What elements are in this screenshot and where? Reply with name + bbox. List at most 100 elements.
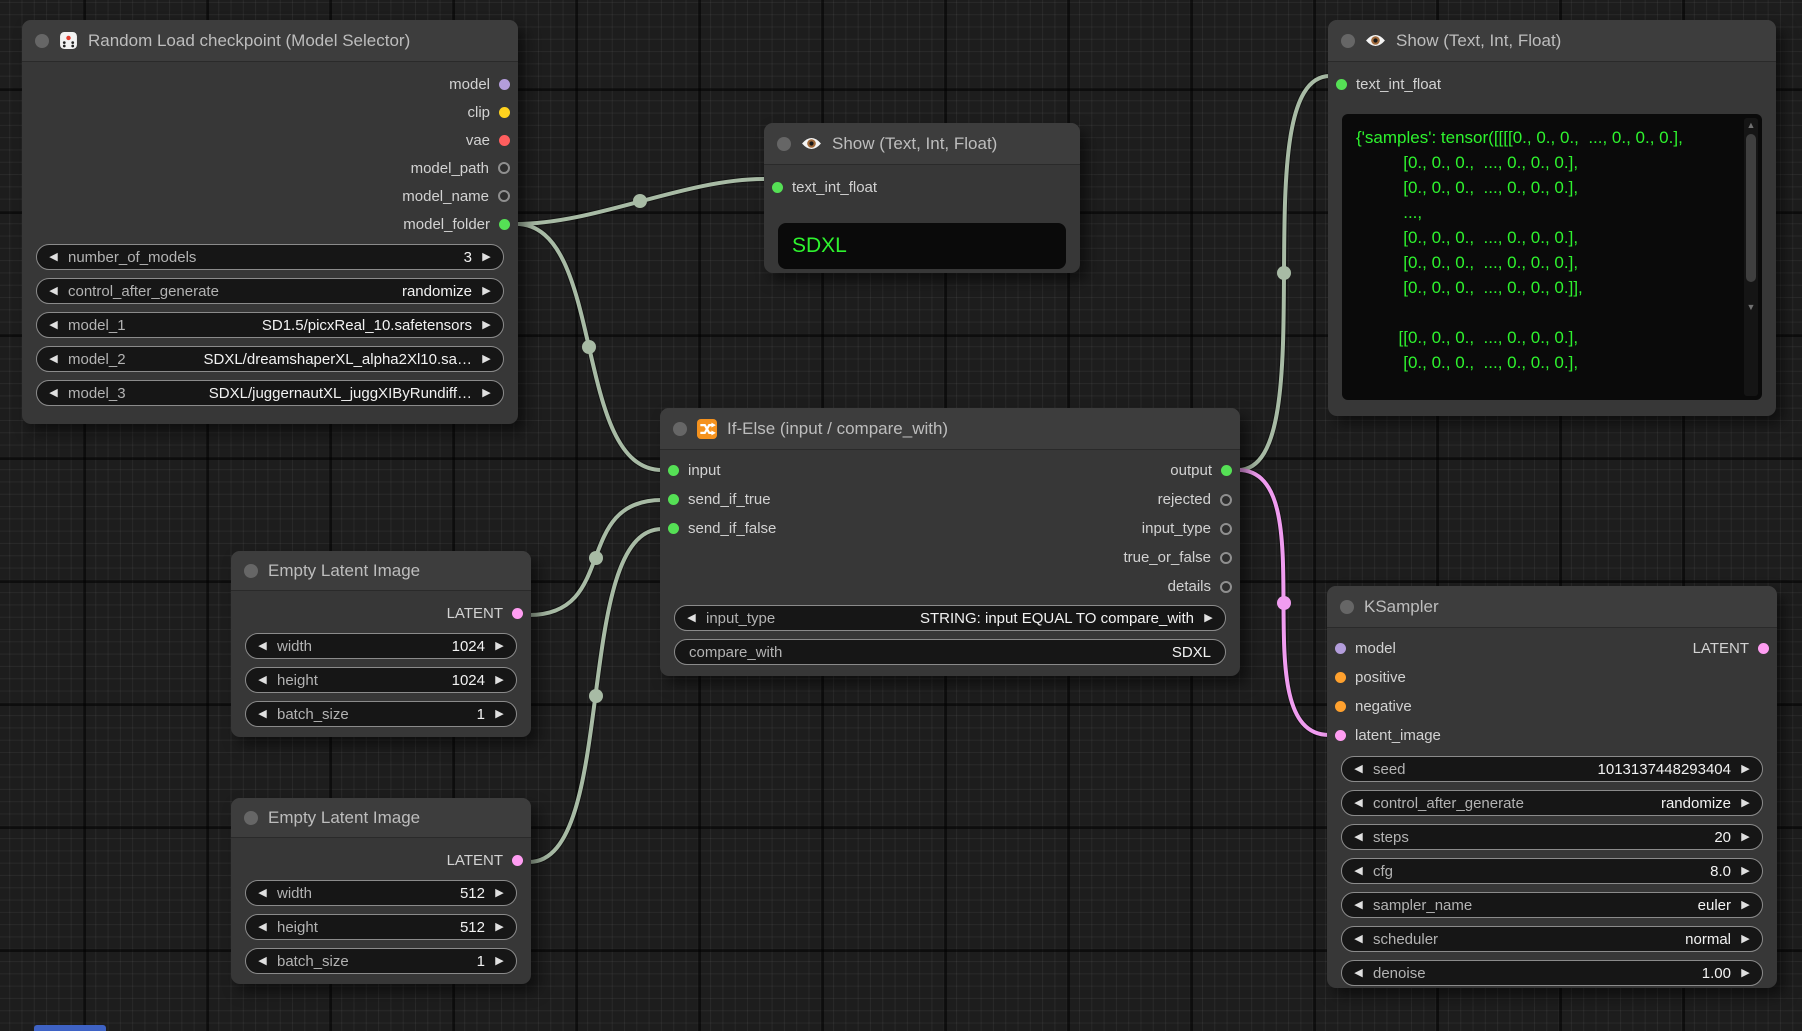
increment-arrow-icon[interactable] [493,922,506,933]
link-midpoint-dot[interactable] [1277,266,1291,280]
output-slot-latent[interactable] [1758,643,1769,654]
collapse-dot[interactable] [244,564,258,578]
increment-arrow-icon[interactable] [493,641,506,652]
widget-seed[interactable]: seed 1013137448293404 [1341,756,1763,782]
output-slot-rejected[interactable] [1220,494,1232,506]
input-slot-text-int-float[interactable] [1336,79,1347,90]
input-slot-text-int-float[interactable] [772,182,783,193]
decrement-arrow-icon[interactable] [256,641,269,652]
node-random-load-checkpoint[interactable]: Random Load checkpoint (Model Selector) … [22,20,518,424]
output-slot-vae[interactable] [499,135,510,146]
widget-height[interactable]: height 1024 [245,667,517,693]
widget-control-after-generate[interactable]: control_after_generate randomize [1341,790,1763,816]
increment-arrow-icon[interactable] [480,354,493,365]
input-slot-model[interactable] [1335,643,1346,654]
output-slot-details[interactable] [1220,581,1232,593]
node-show-inline[interactable]: Show (Text, Int, Float) text_int_float S… [764,123,1080,273]
output-slot-input-type[interactable] [1220,523,1232,535]
node-header[interactable]: Random Load checkpoint (Model Selector) [22,20,518,62]
text-display[interactable]: {'samples': tensor([[[[0., 0., 0., ..., … [1342,114,1762,400]
scrollbar[interactable] [1744,118,1758,396]
output-slot-latent[interactable] [512,855,523,866]
link-midpoint-dot[interactable] [582,340,596,354]
link-midpoint-dot[interactable] [1277,596,1291,610]
decrement-arrow-icon[interactable] [47,388,60,399]
node-empty-latent-image-1024[interactable]: Empty Latent Image LATENT width 1024 hei… [231,551,531,737]
node-header[interactable]: Show (Text, Int, Float) [764,123,1080,165]
node-header[interactable]: If-Else (input / compare_with) [660,408,1240,450]
decrement-arrow-icon[interactable] [256,675,269,686]
decrement-arrow-icon[interactable] [256,709,269,720]
output-slot-output[interactable] [1221,465,1232,476]
increment-arrow-icon[interactable] [493,675,506,686]
input-slot-positive[interactable] [1335,672,1346,683]
node-empty-latent-image-512[interactable]: Empty Latent Image LATENT width 512 heig… [231,798,531,984]
scroll-down-icon[interactable] [1744,300,1758,314]
output-slot-true-or-false[interactable] [1220,552,1232,564]
output-slot-model-path[interactable] [498,162,510,174]
scroll-up-icon[interactable] [1744,118,1758,132]
decrement-arrow-icon[interactable] [47,320,60,331]
offscreen-node-edge[interactable] [34,1025,106,1031]
increment-arrow-icon[interactable] [493,956,506,967]
node-header[interactable]: Empty Latent Image [231,798,531,838]
input-slot-negative[interactable] [1335,701,1346,712]
collapse-dot[interactable] [1341,34,1355,48]
collapse-dot[interactable] [244,811,258,825]
increment-arrow-icon[interactable] [1739,934,1752,945]
decrement-arrow-icon[interactable] [1352,798,1365,809]
widget-steps[interactable]: steps 20 [1341,824,1763,850]
widget-input-type[interactable]: input_type STRING: input EQUAL TO compar… [674,605,1226,631]
decrement-arrow-icon[interactable] [256,888,269,899]
increment-arrow-icon[interactable] [480,388,493,399]
widget-denoise[interactable]: denoise 1.00 [1341,960,1763,986]
widget-batch-size[interactable]: batch_size 1 [245,701,517,727]
node-header[interactable]: Empty Latent Image [231,551,531,591]
output-slot-latent[interactable] [512,608,523,619]
collapse-dot[interactable] [35,34,49,48]
decrement-arrow-icon[interactable] [47,354,60,365]
scrollbar-thumb[interactable] [1746,134,1756,282]
increment-arrow-icon[interactable] [1739,900,1752,911]
decrement-arrow-icon[interactable] [256,956,269,967]
widget-control-after-generate[interactable]: control_after_generate randomize [36,278,504,304]
input-slot-send-if-true[interactable] [668,494,679,505]
node-ksampler[interactable]: KSampler model LATENT positive negative … [1327,586,1777,988]
decrement-arrow-icon[interactable] [47,286,60,297]
widget-batch-size[interactable]: batch_size 1 [245,948,517,974]
decrement-arrow-icon[interactable] [47,252,60,263]
input-slot-latent-image[interactable] [1335,730,1346,741]
widget-width[interactable]: width 1024 [245,633,517,659]
link-midpoint-dot[interactable] [589,551,603,565]
node-header[interactable]: KSampler [1327,586,1777,628]
decrement-arrow-icon[interactable] [1352,968,1365,979]
output-slot-model-folder[interactable] [499,219,510,230]
widget-model-1[interactable]: model_1 SD1.5/picxReal_10.safetensors [36,312,504,338]
decrement-arrow-icon[interactable] [1352,764,1365,775]
increment-arrow-icon[interactable] [480,286,493,297]
decrement-arrow-icon[interactable] [1352,900,1365,911]
output-slot-model-name[interactable] [498,190,510,202]
increment-arrow-icon[interactable] [1202,613,1215,624]
widget-model-3[interactable]: model_3 SDXL/juggernautXL_juggXIByRundif… [36,380,504,406]
widget-number-of-models[interactable]: number_of_models 3 [36,244,504,270]
increment-arrow-icon[interactable] [1739,832,1752,843]
widget-width[interactable]: width 512 [245,880,517,906]
text-display[interactable]: SDXL [778,223,1066,269]
output-slot-clip[interactable] [499,107,510,118]
collapse-dot[interactable] [673,422,687,436]
collapse-dot[interactable] [777,137,791,151]
increment-arrow-icon[interactable] [493,888,506,899]
link-midpoint-dot[interactable] [633,194,647,208]
input-slot-input[interactable] [668,465,679,476]
decrement-arrow-icon[interactable] [685,613,698,624]
widget-scheduler[interactable]: scheduler normal [1341,926,1763,952]
node-if-else[interactable]: If-Else (input / compare_with) input out… [660,408,1240,676]
decrement-arrow-icon[interactable] [1352,934,1365,945]
node-header[interactable]: Show (Text, Int, Float) [1328,20,1776,62]
increment-arrow-icon[interactable] [480,252,493,263]
node-show-tensor[interactable]: Show (Text, Int, Float) text_int_float {… [1328,20,1776,416]
decrement-arrow-icon[interactable] [256,922,269,933]
widget-compare-with[interactable]: compare_with SDXL [674,639,1226,665]
output-slot-model[interactable] [499,79,510,90]
